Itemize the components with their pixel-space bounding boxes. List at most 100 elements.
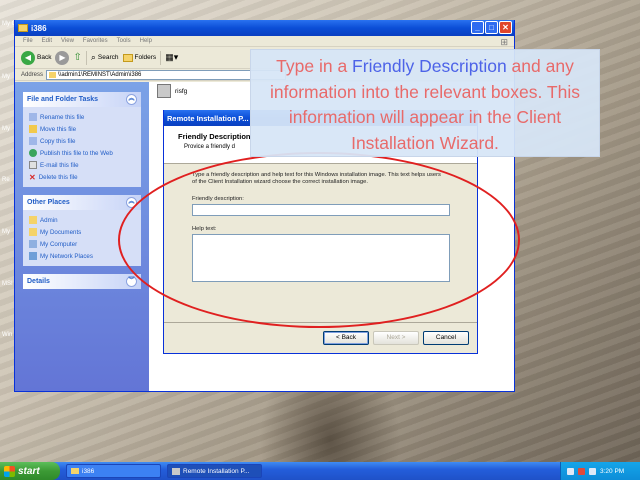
place-label: My Documents	[40, 228, 82, 236]
toolbar-separator	[160, 50, 162, 65]
place-admin[interactable]: Admin	[29, 214, 135, 226]
folder-icon	[18, 24, 28, 32]
forward-arrow-icon: ▶	[55, 50, 70, 65]
move-icon	[29, 125, 37, 133]
clock[interactable]: 3:20 PM	[600, 468, 624, 475]
maximize-button[interactable]: □	[485, 21, 498, 34]
task-copy[interactable]: Copy this file	[29, 135, 135, 147]
tray-icon[interactable]	[589, 467, 596, 475]
email-icon	[29, 161, 37, 169]
taskbar-item-i386[interactable]: i386	[66, 464, 161, 478]
windows-flag-icon	[4, 465, 15, 477]
task-rename[interactable]: Rename this file	[29, 111, 135, 123]
place-label: My Computer	[40, 240, 78, 248]
back-label: Back	[37, 54, 52, 61]
task-email[interactable]: E-mail this file	[29, 159, 135, 171]
next-button[interactable]: Next >	[373, 331, 419, 345]
file-item[interactable]: risfg	[157, 84, 187, 98]
menu-bar: File Edit View Favorites Tools Help ⊞	[15, 36, 514, 47]
menu-help[interactable]: Help	[140, 38, 152, 44]
address-label: Address	[21, 71, 44, 78]
explorer-titlebar[interactable]: i386 _ □ ✕	[15, 20, 514, 36]
file-name: risfg	[175, 87, 188, 95]
views-button[interactable]: ▦▾	[165, 52, 178, 63]
panel-title: Details	[27, 278, 50, 285]
menu-file[interactable]: File	[23, 38, 33, 44]
start-label: start	[18, 465, 40, 477]
globe-icon	[29, 149, 37, 157]
menu-tools[interactable]: Tools	[117, 38, 131, 44]
computer-icon	[29, 240, 37, 248]
file-folder-tasks-header[interactable]: File and Folder Tasks ︽	[23, 92, 141, 107]
desktop-icon-label: Re	[2, 177, 10, 183]
views-icon: ▦▾	[165, 52, 179, 62]
task-label: Delete this file	[38, 173, 78, 181]
system-tray: 3:20 PM	[560, 462, 640, 480]
task-label: Copy this file	[40, 137, 76, 145]
menu-edit[interactable]: Edit	[42, 38, 52, 44]
place-label: My Network Places	[40, 252, 93, 260]
back-arrow-icon: ◀	[21, 50, 35, 65]
folder-icon	[49, 71, 57, 78]
app-icon	[172, 467, 180, 475]
tray-icon[interactable]	[578, 467, 585, 475]
back-button[interactable]: ◀ Back	[21, 50, 52, 65]
tray-icon[interactable]	[567, 467, 574, 475]
expand-icon[interactable]: ︾	[126, 276, 137, 287]
task-publish[interactable]: Publish this file to the Web	[29, 147, 135, 159]
file-folder-tasks-panel: File and Folder Tasks ︽ Rename this file…	[23, 92, 141, 187]
taskbar-item-ris[interactable]: Remote Installation P...	[167, 464, 262, 478]
folder-icon	[29, 216, 37, 224]
delete-icon: ✕	[29, 172, 36, 182]
minimize-button[interactable]: _	[471, 21, 484, 34]
taskbar-item-label: Remote Installation P...	[183, 467, 250, 475]
task-label: Rename this file	[40, 113, 85, 121]
highlight-ellipse	[118, 152, 520, 328]
panel-title: File and Folder Tasks	[27, 96, 99, 103]
desktop-icon-label: My	[2, 229, 10, 235]
address-value: \\admin1\REMINST\Admin\i386	[58, 71, 142, 78]
taskbar: start i386 Remote Installation P... 3:20…	[0, 462, 640, 480]
task-move[interactable]: Move this file	[29, 123, 135, 135]
task-delete[interactable]: ✕ Delete this file	[29, 171, 135, 183]
back-button[interactable]: < Back	[323, 331, 369, 345]
explorer-title: i386	[31, 23, 47, 33]
search-label: Search	[97, 54, 119, 61]
rename-icon	[29, 113, 37, 121]
taskbar-item-label: i386	[82, 467, 95, 475]
menu-view[interactable]: View	[61, 38, 74, 44]
desktop-icon-label: MSI	[2, 281, 13, 287]
desktop-icon-label: My	[2, 74, 10, 80]
network-icon	[29, 252, 37, 260]
other-places-header[interactable]: Other Places ︽	[23, 195, 141, 210]
collapse-icon[interactable]: ︽	[126, 94, 137, 105]
up-folder-button[interactable]: ⇧	[73, 52, 81, 63]
desktop-icon-label: My	[2, 126, 10, 132]
details-header[interactable]: Details ︾	[23, 274, 141, 289]
up-folder-icon: ⇧	[73, 52, 82, 63]
desktop-icon-label: Win	[2, 332, 13, 338]
folders-label: Folders	[134, 54, 157, 61]
cancel-button[interactable]: Cancel	[423, 331, 469, 345]
folders-icon	[122, 53, 133, 62]
documents-icon	[29, 228, 37, 236]
details-panel: Details ︾	[23, 274, 141, 289]
folder-icon	[71, 468, 79, 474]
file-icon	[157, 84, 171, 98]
toolbar-separator	[85, 50, 87, 65]
close-button[interactable]: ✕	[499, 21, 512, 34]
folders-button[interactable]: Folders	[122, 53, 157, 62]
dialog-title: Remote Installation P...	[167, 113, 249, 123]
windows-logo-icon: ⊞	[500, 37, 508, 47]
start-button[interactable]: start	[0, 462, 60, 480]
task-label: E-mail this file	[40, 161, 79, 169]
callout-highlight: Friendly Description	[352, 56, 507, 76]
forward-button[interactable]: ▶	[55, 50, 70, 65]
menu-favorites[interactable]: Favorites	[83, 38, 108, 44]
panel-title: Other Places	[27, 199, 70, 206]
search-icon: ⌕	[90, 52, 96, 62]
search-button[interactable]: ⌕ Search	[91, 52, 119, 63]
task-label: Publish this file to the Web	[40, 149, 113, 157]
place-label: Admin	[40, 216, 58, 224]
task-label: Move this file	[40, 125, 77, 133]
